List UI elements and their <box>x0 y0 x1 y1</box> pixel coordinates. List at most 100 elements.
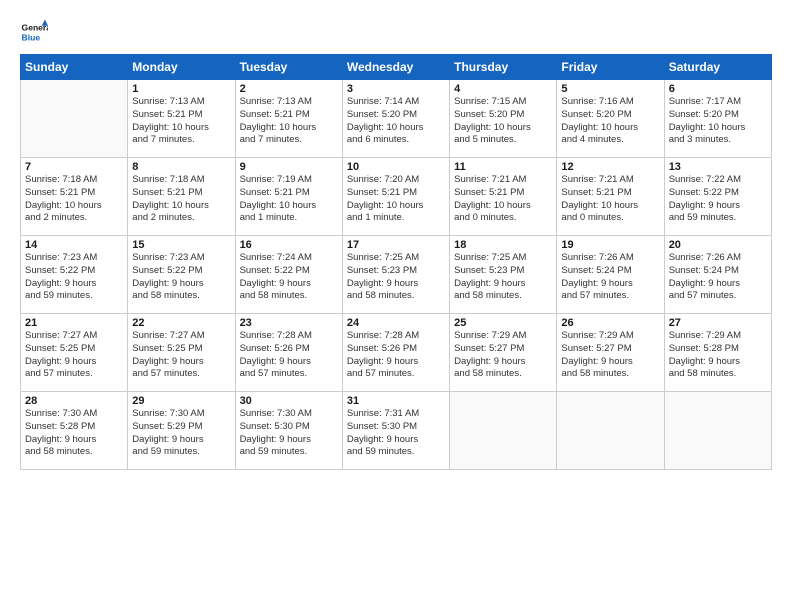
day-info: Sunrise: 7:20 AM Sunset: 5:21 PM Dayligh… <box>347 174 445 225</box>
day-cell <box>557 392 664 470</box>
day-number: 21 <box>25 317 123 329</box>
day-info: Sunrise: 7:29 AM Sunset: 5:28 PM Dayligh… <box>669 330 767 381</box>
day-cell: 5Sunrise: 7:16 AM Sunset: 5:20 PM Daylig… <box>557 80 664 158</box>
day-cell: 25Sunrise: 7:29 AM Sunset: 5:27 PM Dayli… <box>450 314 557 392</box>
day-info: Sunrise: 7:30 AM Sunset: 5:28 PM Dayligh… <box>25 408 123 459</box>
day-number: 7 <box>25 161 123 173</box>
week-row-5: 28Sunrise: 7:30 AM Sunset: 5:28 PM Dayli… <box>21 392 772 470</box>
col-header-sunday: Sunday <box>21 55 128 80</box>
day-info: Sunrise: 7:27 AM Sunset: 5:25 PM Dayligh… <box>25 330 123 381</box>
day-number: 9 <box>240 161 338 173</box>
day-cell: 21Sunrise: 7:27 AM Sunset: 5:25 PM Dayli… <box>21 314 128 392</box>
week-row-3: 14Sunrise: 7:23 AM Sunset: 5:22 PM Dayli… <box>21 236 772 314</box>
day-info: Sunrise: 7:14 AM Sunset: 5:20 PM Dayligh… <box>347 96 445 147</box>
day-info: Sunrise: 7:21 AM Sunset: 5:21 PM Dayligh… <box>454 174 552 225</box>
col-header-tuesday: Tuesday <box>235 55 342 80</box>
day-cell: 23Sunrise: 7:28 AM Sunset: 5:26 PM Dayli… <box>235 314 342 392</box>
day-cell: 3Sunrise: 7:14 AM Sunset: 5:20 PM Daylig… <box>342 80 449 158</box>
day-number: 30 <box>240 395 338 407</box>
col-header-friday: Friday <box>557 55 664 80</box>
day-info: Sunrise: 7:29 AM Sunset: 5:27 PM Dayligh… <box>454 330 552 381</box>
day-number: 4 <box>454 83 552 95</box>
day-info: Sunrise: 7:18 AM Sunset: 5:21 PM Dayligh… <box>132 174 230 225</box>
day-info: Sunrise: 7:25 AM Sunset: 5:23 PM Dayligh… <box>347 252 445 303</box>
day-number: 22 <box>132 317 230 329</box>
day-cell: 29Sunrise: 7:30 AM Sunset: 5:29 PM Dayli… <box>128 392 235 470</box>
day-number: 19 <box>561 239 659 251</box>
day-number: 15 <box>132 239 230 251</box>
day-cell: 8Sunrise: 7:18 AM Sunset: 5:21 PM Daylig… <box>128 158 235 236</box>
day-number: 17 <box>347 239 445 251</box>
day-info: Sunrise: 7:29 AM Sunset: 5:27 PM Dayligh… <box>561 330 659 381</box>
logo: General Blue <box>20 18 52 46</box>
day-cell: 30Sunrise: 7:30 AM Sunset: 5:30 PM Dayli… <box>235 392 342 470</box>
day-number: 20 <box>669 239 767 251</box>
day-number: 10 <box>347 161 445 173</box>
day-cell: 11Sunrise: 7:21 AM Sunset: 5:21 PM Dayli… <box>450 158 557 236</box>
day-number: 26 <box>561 317 659 329</box>
day-number: 5 <box>561 83 659 95</box>
day-info: Sunrise: 7:26 AM Sunset: 5:24 PM Dayligh… <box>561 252 659 303</box>
day-number: 18 <box>454 239 552 251</box>
calendar-header-row: SundayMondayTuesdayWednesdayThursdayFrid… <box>21 55 772 80</box>
day-number: 16 <box>240 239 338 251</box>
day-number: 3 <box>347 83 445 95</box>
logo-icon: General Blue <box>20 18 48 46</box>
day-cell: 10Sunrise: 7:20 AM Sunset: 5:21 PM Dayli… <box>342 158 449 236</box>
day-number: 8 <box>132 161 230 173</box>
day-info: Sunrise: 7:30 AM Sunset: 5:29 PM Dayligh… <box>132 408 230 459</box>
day-info: Sunrise: 7:15 AM Sunset: 5:20 PM Dayligh… <box>454 96 552 147</box>
day-info: Sunrise: 7:22 AM Sunset: 5:22 PM Dayligh… <box>669 174 767 225</box>
day-cell <box>450 392 557 470</box>
day-number: 24 <box>347 317 445 329</box>
calendar-table: SundayMondayTuesdayWednesdayThursdayFrid… <box>20 54 772 470</box>
week-row-2: 7Sunrise: 7:18 AM Sunset: 5:21 PM Daylig… <box>21 158 772 236</box>
day-cell: 7Sunrise: 7:18 AM Sunset: 5:21 PM Daylig… <box>21 158 128 236</box>
day-info: Sunrise: 7:24 AM Sunset: 5:22 PM Dayligh… <box>240 252 338 303</box>
day-cell: 6Sunrise: 7:17 AM Sunset: 5:20 PM Daylig… <box>664 80 771 158</box>
day-info: Sunrise: 7:17 AM Sunset: 5:20 PM Dayligh… <box>669 96 767 147</box>
day-cell <box>21 80 128 158</box>
week-row-1: 1Sunrise: 7:13 AM Sunset: 5:21 PM Daylig… <box>21 80 772 158</box>
day-cell: 18Sunrise: 7:25 AM Sunset: 5:23 PM Dayli… <box>450 236 557 314</box>
day-cell: 27Sunrise: 7:29 AM Sunset: 5:28 PM Dayli… <box>664 314 771 392</box>
day-number: 25 <box>454 317 552 329</box>
day-info: Sunrise: 7:23 AM Sunset: 5:22 PM Dayligh… <box>132 252 230 303</box>
day-info: Sunrise: 7:13 AM Sunset: 5:21 PM Dayligh… <box>132 96 230 147</box>
day-info: Sunrise: 7:21 AM Sunset: 5:21 PM Dayligh… <box>561 174 659 225</box>
day-cell: 14Sunrise: 7:23 AM Sunset: 5:22 PM Dayli… <box>21 236 128 314</box>
day-number: 6 <box>669 83 767 95</box>
day-cell: 19Sunrise: 7:26 AM Sunset: 5:24 PM Dayli… <box>557 236 664 314</box>
day-cell: 28Sunrise: 7:30 AM Sunset: 5:28 PM Dayli… <box>21 392 128 470</box>
day-info: Sunrise: 7:16 AM Sunset: 5:20 PM Dayligh… <box>561 96 659 147</box>
day-info: Sunrise: 7:28 AM Sunset: 5:26 PM Dayligh… <box>240 330 338 381</box>
day-number: 23 <box>240 317 338 329</box>
day-info: Sunrise: 7:31 AM Sunset: 5:30 PM Dayligh… <box>347 408 445 459</box>
day-info: Sunrise: 7:23 AM Sunset: 5:22 PM Dayligh… <box>25 252 123 303</box>
day-info: Sunrise: 7:28 AM Sunset: 5:26 PM Dayligh… <box>347 330 445 381</box>
day-info: Sunrise: 7:18 AM Sunset: 5:21 PM Dayligh… <box>25 174 123 225</box>
day-cell: 17Sunrise: 7:25 AM Sunset: 5:23 PM Dayli… <box>342 236 449 314</box>
day-cell: 20Sunrise: 7:26 AM Sunset: 5:24 PM Dayli… <box>664 236 771 314</box>
header: General Blue <box>20 18 772 46</box>
day-cell: 1Sunrise: 7:13 AM Sunset: 5:21 PM Daylig… <box>128 80 235 158</box>
day-cell: 9Sunrise: 7:19 AM Sunset: 5:21 PM Daylig… <box>235 158 342 236</box>
day-cell: 31Sunrise: 7:31 AM Sunset: 5:30 PM Dayli… <box>342 392 449 470</box>
svg-text:Blue: Blue <box>22 33 41 43</box>
day-info: Sunrise: 7:27 AM Sunset: 5:25 PM Dayligh… <box>132 330 230 381</box>
day-cell: 26Sunrise: 7:29 AM Sunset: 5:27 PM Dayli… <box>557 314 664 392</box>
col-header-monday: Monday <box>128 55 235 80</box>
day-cell: 24Sunrise: 7:28 AM Sunset: 5:26 PM Dayli… <box>342 314 449 392</box>
day-cell: 2Sunrise: 7:13 AM Sunset: 5:21 PM Daylig… <box>235 80 342 158</box>
day-cell: 4Sunrise: 7:15 AM Sunset: 5:20 PM Daylig… <box>450 80 557 158</box>
page: General Blue SundayMondayTuesdayWednesda… <box>0 0 792 612</box>
day-number: 11 <box>454 161 552 173</box>
day-number: 1 <box>132 83 230 95</box>
day-cell: 22Sunrise: 7:27 AM Sunset: 5:25 PM Dayli… <box>128 314 235 392</box>
col-header-thursday: Thursday <box>450 55 557 80</box>
day-number: 13 <box>669 161 767 173</box>
day-cell: 13Sunrise: 7:22 AM Sunset: 5:22 PM Dayli… <box>664 158 771 236</box>
day-cell: 12Sunrise: 7:21 AM Sunset: 5:21 PM Dayli… <box>557 158 664 236</box>
day-cell <box>664 392 771 470</box>
day-info: Sunrise: 7:30 AM Sunset: 5:30 PM Dayligh… <box>240 408 338 459</box>
